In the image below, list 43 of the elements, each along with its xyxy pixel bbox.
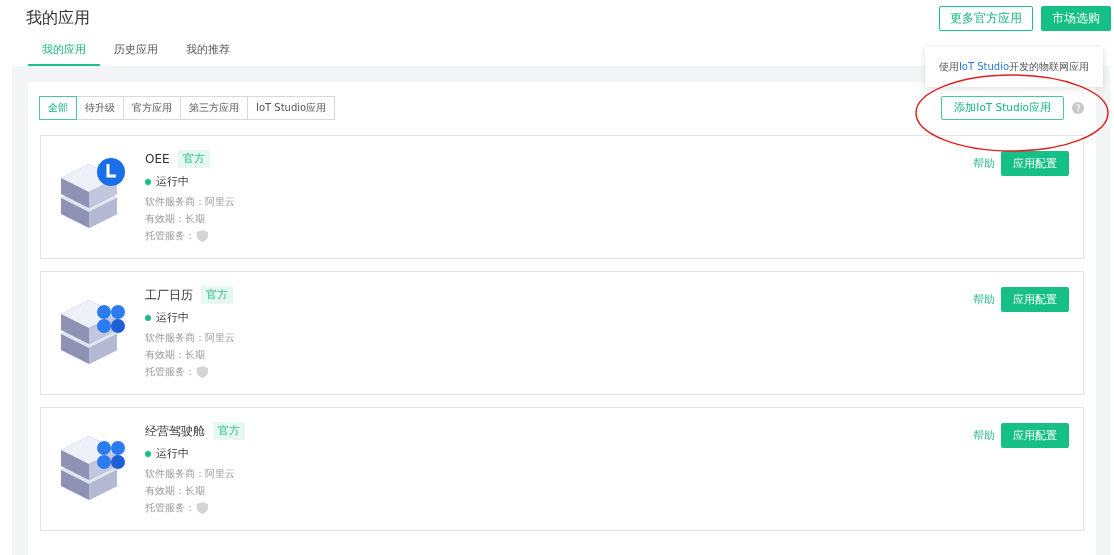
app-status: 运行中: [156, 174, 189, 189]
provider-text: 软件服务商：阿里云: [145, 467, 236, 481]
tab[interactable]: 我的推荐: [172, 36, 244, 66]
help-link[interactable]: 帮助: [973, 292, 995, 307]
header-button[interactable]: 更多官方应用: [939, 6, 1033, 31]
config-button[interactable]: 应用配置: [1001, 151, 1069, 176]
provider-text: 软件服务商：阿里云: [145, 331, 236, 345]
status-dot-icon: [145, 450, 151, 457]
validity-text: 有效期：长期: [145, 212, 206, 226]
official-tag: 官方: [213, 422, 245, 440]
app-status: 运行中: [156, 310, 189, 325]
filter-button[interactable]: IoT Studio应用: [247, 96, 336, 120]
provider-text: 软件服务商：阿里云: [145, 195, 236, 209]
shield-icon: [197, 229, 208, 242]
filter-button[interactable]: 待升级: [76, 96, 124, 120]
config-button[interactable]: 应用配置: [1001, 423, 1069, 448]
help-link[interactable]: 帮助: [973, 156, 995, 171]
add-app-button[interactable]: 添加IoT Studio应用: [941, 96, 1064, 120]
app-status: 运行中: [156, 446, 189, 461]
status-dot-icon: [145, 178, 151, 185]
filter-button[interactable]: 第三方应用: [180, 96, 248, 120]
help-icon[interactable]: [1072, 102, 1084, 114]
app-name: 经营驾驶舱: [145, 422, 205, 440]
validity-text: 有效期：长期: [145, 484, 206, 498]
validity-text: 有效期：长期: [145, 348, 206, 362]
shield-icon: [197, 365, 208, 378]
hosting-label: 托管服务：: [145, 501, 195, 515]
shield-icon: [197, 501, 208, 514]
official-tag: 官方: [177, 150, 210, 168]
filter-button[interactable]: 官方应用: [123, 96, 181, 120]
tooltip: 使用IoT Studio开发的物联网应用: [925, 47, 1103, 87]
header-button[interactable]: 市场选购: [1041, 6, 1111, 31]
official-tag: 官方: [201, 286, 233, 304]
help-link[interactable]: 帮助: [973, 428, 995, 443]
filter-button[interactable]: 全部: [39, 96, 77, 120]
hosting-label: 托管服务：: [145, 365, 195, 379]
tab[interactable]: 历史应用: [100, 36, 172, 66]
app-name: OEE: [145, 152, 170, 166]
status-dot-icon: [145, 314, 151, 321]
hosting-label: 托管服务：: [145, 229, 195, 243]
page-title: 我的应用: [26, 8, 90, 29]
app-name: 工厂日历: [145, 286, 193, 304]
config-button[interactable]: 应用配置: [1001, 287, 1069, 312]
